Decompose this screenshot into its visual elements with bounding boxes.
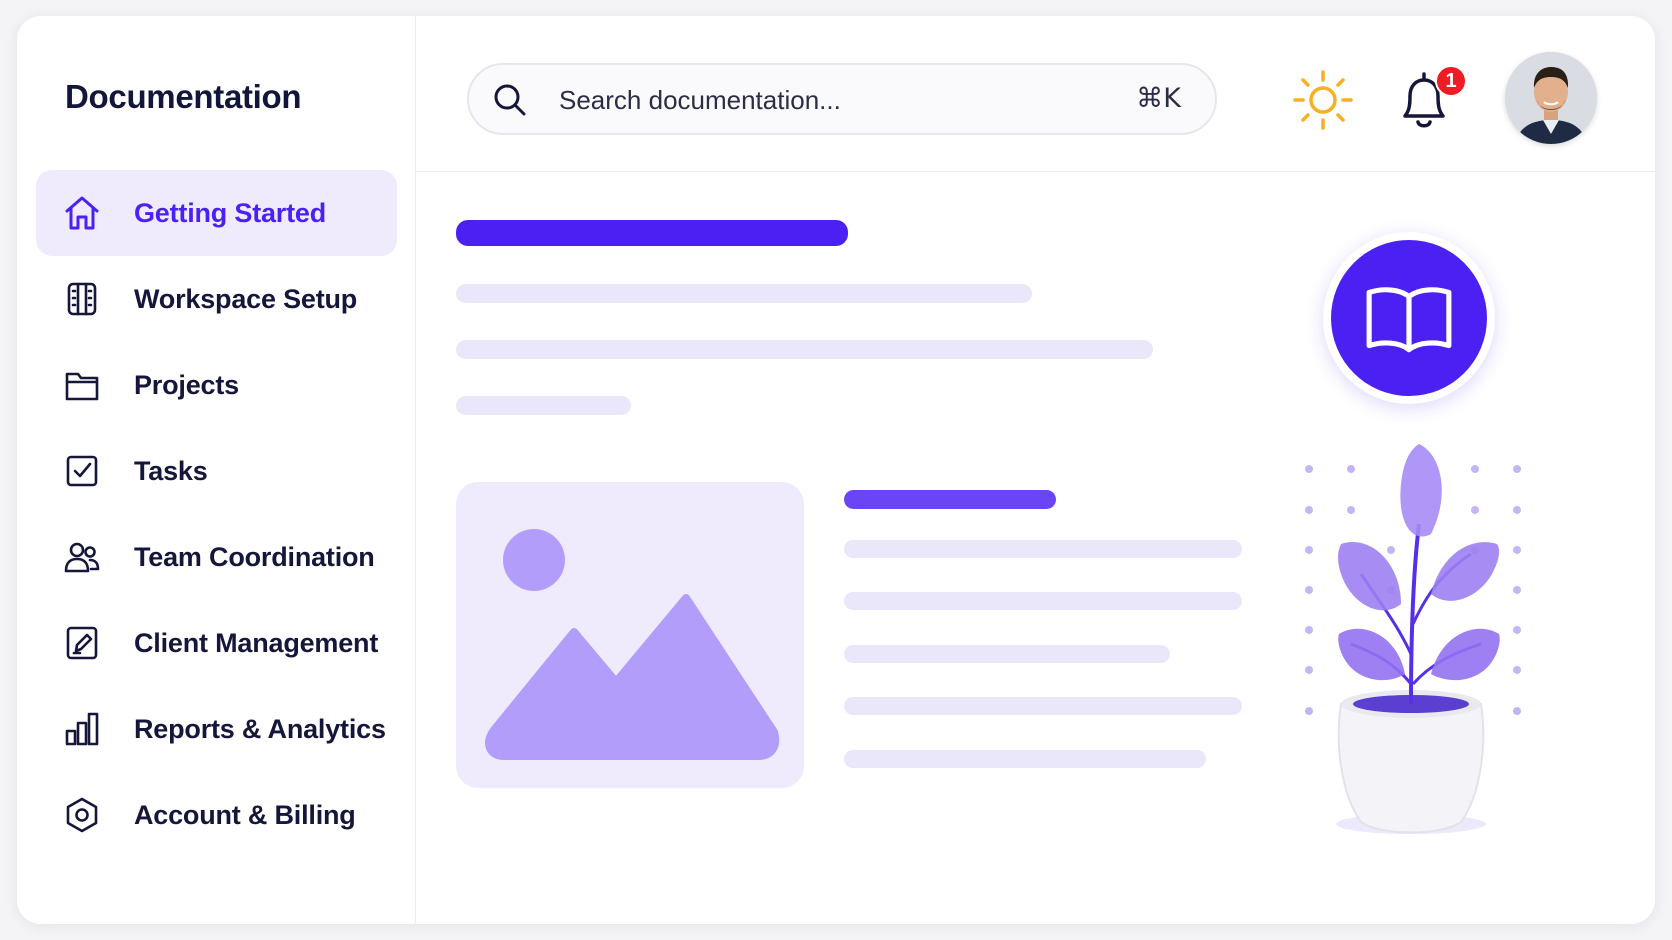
search-input[interactable] bbox=[557, 65, 1081, 135]
sidebar-item-label: Workspace Setup bbox=[134, 283, 358, 314]
text-line-placeholder bbox=[844, 750, 1206, 768]
sidebar-item-label: Projects bbox=[134, 369, 239, 400]
document-edit-icon bbox=[62, 623, 102, 663]
text-line-placeholder bbox=[456, 340, 1153, 359]
bar-chart-icon bbox=[62, 709, 102, 749]
text-line-placeholder bbox=[844, 645, 1170, 663]
app-window: Documentation Getting Started Workspace … bbox=[17, 16, 1655, 924]
brand-title: Documentation bbox=[65, 78, 302, 115]
top-bar: ⌘K 1 bbox=[415, 16, 1655, 172]
sidebar-item-account-billing[interactable]: Account & Billing bbox=[36, 772, 397, 858]
documentation-badge bbox=[1323, 232, 1495, 404]
users-icon bbox=[62, 537, 102, 577]
text-line-placeholder bbox=[456, 396, 631, 415]
search-icon bbox=[491, 81, 529, 119]
home-icon bbox=[62, 193, 102, 233]
notification-count-badge: 1 bbox=[1435, 65, 1467, 97]
sidebar: Documentation Getting Started Workspace … bbox=[17, 16, 416, 924]
sidebar-nav: Getting Started Workspace Setup Projects… bbox=[36, 170, 397, 858]
section-heading-placeholder bbox=[844, 490, 1056, 509]
sidebar-item-label: Tasks bbox=[134, 455, 208, 486]
building-icon bbox=[62, 279, 102, 319]
theme-toggle-button[interactable] bbox=[1291, 68, 1355, 132]
content-title-placeholder bbox=[456, 220, 848, 246]
plant-illustration bbox=[1301, 424, 1541, 844]
text-line-placeholder bbox=[844, 697, 1242, 715]
sidebar-item-client-management[interactable]: Client Management bbox=[36, 600, 397, 686]
sidebar-item-reports-analytics[interactable]: Reports & Analytics bbox=[36, 686, 397, 772]
sidebar-item-label: Client Management bbox=[134, 627, 379, 658]
sidebar-item-workspace-setup[interactable]: Workspace Setup bbox=[36, 256, 397, 342]
image-icon bbox=[485, 529, 780, 760]
open-book-icon bbox=[1366, 287, 1452, 353]
sidebar-item-projects[interactable]: Projects bbox=[36, 342, 397, 428]
sidebar-item-label: Account & Billing bbox=[134, 799, 356, 830]
hexagon-settings-icon bbox=[62, 795, 102, 835]
sidebar-item-label: Getting Started bbox=[134, 197, 327, 228]
text-line-placeholder bbox=[844, 540, 1242, 558]
sidebar-item-label: Team Coordination bbox=[134, 541, 375, 572]
text-line-placeholder bbox=[844, 592, 1242, 610]
image-placeholder bbox=[456, 482, 804, 788]
keyboard-shortcut-hint: ⌘K bbox=[1136, 83, 1181, 114]
search-bar[interactable]: ⌘K bbox=[467, 63, 1217, 135]
checkbox-icon bbox=[62, 451, 102, 491]
text-line-placeholder bbox=[456, 284, 1032, 303]
sidebar-item-getting-started[interactable]: Getting Started bbox=[36, 170, 397, 256]
sidebar-item-label: Reports & Analytics bbox=[134, 713, 386, 744]
sidebar-item-team-coordination[interactable]: Team Coordination bbox=[36, 514, 397, 600]
user-avatar[interactable] bbox=[1505, 52, 1597, 144]
sun-icon bbox=[1293, 70, 1353, 130]
sidebar-item-tasks[interactable]: Tasks bbox=[36, 428, 397, 514]
folder-icon bbox=[62, 365, 102, 405]
